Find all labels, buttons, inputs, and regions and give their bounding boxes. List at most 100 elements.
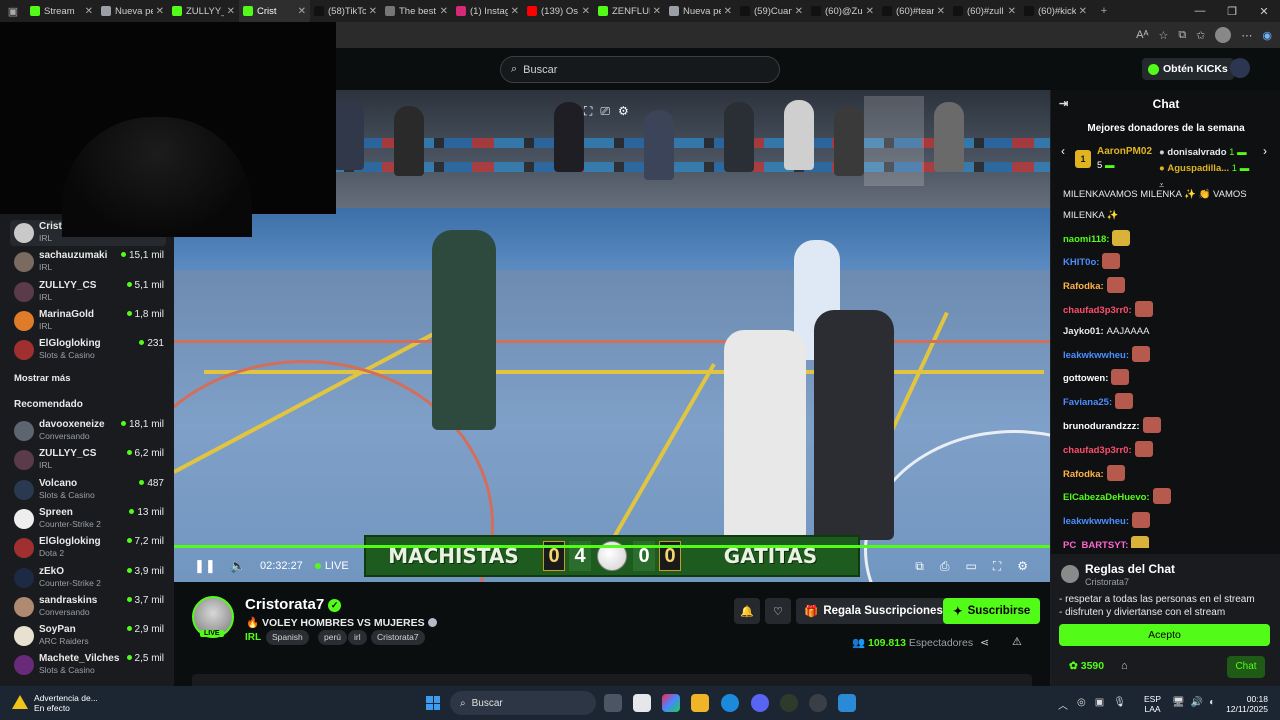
tab-close-icon[interactable]: ✕ (724, 6, 732, 17)
chat-username[interactable]: Faviana25: (1063, 397, 1112, 408)
chat-username[interactable]: leakwkwwheu: (1063, 350, 1129, 361)
file-explorer-icon[interactable] (691, 694, 709, 712)
gift-subs-button[interactable]: 🎁 Regala Suscripciones (796, 598, 951, 624)
volume-icon[interactable]: 🔈 (230, 558, 246, 574)
tab-close-icon[interactable]: ✕ (156, 6, 164, 17)
store-app-icon[interactable] (633, 694, 651, 712)
collapse-chat-icon[interactable]: ⇥ (1059, 97, 1068, 110)
profile-avatar[interactable] (1215, 27, 1232, 43)
browser-tab[interactable]: (60)@Zu ✕ (807, 0, 878, 22)
settings-gear-icon[interactable]: ⚙ (1017, 559, 1028, 574)
close-window-icon[interactable]: ✕ (1248, 5, 1280, 18)
show-more-link[interactable]: Mostrar más (14, 373, 71, 384)
user-avatar[interactable] (1230, 58, 1250, 78)
theater-mode-icon[interactable]: ▭ (965, 559, 976, 574)
sidebar-channel[interactable]: sandraskins Conversando 3,7 mil (10, 594, 166, 620)
browser-tab[interactable]: ZULLYY_C✕ (168, 0, 239, 22)
language-indicator[interactable]: ESP LAA (1144, 694, 1161, 714)
tab-close-icon[interactable]: ✕ (795, 6, 803, 17)
sidebar-channel[interactable]: zEkO Counter-Strike 2 3,9 mil (10, 565, 166, 591)
chat-username[interactable]: leakwkwwheu: (1063, 516, 1129, 527)
chat-username[interactable]: Rafodka: (1063, 469, 1104, 480)
favorites-icon[interactable]: ✩ (1196, 29, 1205, 42)
browser-tab[interactable]: Stream ✕ (26, 0, 97, 22)
browser-tab[interactable]: (60)#tean ✕ (878, 0, 949, 22)
start-button[interactable] (426, 696, 440, 710)
chat-send-button[interactable]: Chat (1227, 656, 1265, 678)
tab-close-icon[interactable]: ✕ (511, 6, 519, 17)
chat-username[interactable]: brunodurandzzz: (1063, 421, 1140, 432)
tray-status[interactable]: 🖥 🔊 ◐ (1172, 697, 1215, 708)
sidebar-channel[interactable]: MarinaGold IRL 1,8 mil (10, 308, 166, 334)
sidebar-channel[interactable]: ZULLYY_CS IRL 5,1 mil (10, 279, 166, 305)
more-menu-icon[interactable]: ⋯ (1241, 29, 1252, 42)
donors-prev-icon[interactable]: ‹ (1061, 144, 1065, 158)
browser-tab[interactable]: (1) Instag ✕ (452, 0, 523, 22)
live-indicator[interactable]: LIVE (314, 560, 349, 572)
tab-close-icon[interactable]: ✕ (866, 6, 874, 17)
tab-close-icon[interactable]: ✕ (85, 6, 93, 17)
extensions-icon[interactable]: ⧉ (1178, 29, 1186, 42)
copilot-icon[interactable]: ◉ (1262, 29, 1272, 42)
channel-name[interactable]: Cristorata7 ✓ (245, 596, 342, 613)
tab-close-icon[interactable]: ✕ (298, 6, 306, 17)
weather-warning[interactable]: Advertencia de... En efecto (12, 693, 98, 713)
new-tab-icon[interactable]: + (1091, 0, 1117, 22)
chat-username[interactable]: Jayko01: (1063, 326, 1104, 337)
tab-close-icon[interactable]: ✕ (937, 6, 945, 17)
edge-browser-icon[interactable] (721, 694, 739, 712)
maximize-icon[interactable]: ❐ (1216, 5, 1248, 18)
stream-tag[interactable]: Cristorata7 (371, 630, 425, 645)
sidebar-channel[interactable]: Spreen Counter-Strike 2 13 mil (10, 506, 166, 532)
store-icon[interactable]: ⌂ (1121, 660, 1128, 672)
browser-tab[interactable]: Nueva pe ✕ (665, 0, 736, 22)
tab-close-icon[interactable]: ✕ (440, 6, 448, 17)
follow-heart-button[interactable]: ♡ (765, 598, 791, 624)
donors-next-icon[interactable]: › (1263, 144, 1267, 158)
chat-username[interactable]: KHIT0o: (1063, 257, 1099, 268)
copilot-app-icon[interactable] (662, 694, 680, 712)
notification-bell-button[interactable]: 🔔 (734, 598, 760, 624)
tab-close-icon[interactable]: ✕ (1079, 6, 1087, 17)
sidebar-channel[interactable]: davooxeneize Conversando 18,1 mil (10, 418, 166, 444)
favorite-star-icon[interactable]: ☆ (1158, 29, 1168, 42)
tab-close-icon[interactable]: ✕ (582, 6, 590, 17)
chat-username[interactable]: naomi118: (1063, 234, 1109, 245)
app-icon[interactable] (838, 694, 856, 712)
read-aloud-icon[interactable]: Aᴬ (1136, 29, 1148, 41)
report-icon[interactable]: ⚠ (1012, 635, 1022, 648)
sidebar-channel[interactable]: SoyPan ARC Raiders 2,9 mil (10, 623, 166, 649)
miniplayer-icon[interactable]: ⧉ (915, 559, 924, 574)
browser-tab[interactable]: ZENFLUE✕ (594, 0, 665, 22)
browser-tab[interactable]: Crist ✕ (239, 0, 310, 22)
chat-username[interactable]: chaufad3p3rr0: (1063, 445, 1132, 456)
minimize-icon[interactable]: — (1184, 5, 1216, 18)
chat-username[interactable]: ElCabezaDeHuevo: (1063, 492, 1150, 503)
tab-actions-icon[interactable]: ▣ (0, 0, 26, 22)
sidebar-channel[interactable]: ElGlogloking Dota 2 7,2 mil (10, 535, 166, 561)
tab-close-icon[interactable]: ✕ (369, 6, 377, 17)
channel-points[interactable]: ✿ 3590 (1069, 660, 1104, 672)
tab-close-icon[interactable]: ✕ (1008, 6, 1016, 17)
tray-chevron-icon[interactable]: ︿ (1058, 697, 1068, 712)
search-input[interactable]: ⌕ Buscar (500, 56, 780, 83)
discord-icon[interactable] (751, 694, 769, 712)
task-view-icon[interactable] (604, 694, 622, 712)
sidebar-channel[interactable]: Volcano Slots & Casino 487 (10, 477, 166, 503)
tray-app-icon[interactable]: ▣ (1095, 697, 1104, 712)
chat-username[interactable]: Rafodka: (1063, 281, 1104, 292)
fullscreen-icon[interactable]: ⛶ (993, 559, 1001, 574)
browser-tab[interactable]: Nueva pe ✕ (97, 0, 168, 22)
chat-username[interactable]: gottowen: (1063, 373, 1108, 384)
app-icon[interactable] (809, 694, 827, 712)
chat-username[interactable]: chaufad3p3rr0: (1063, 305, 1132, 316)
stream-tag[interactable]: perú (318, 630, 348, 645)
tray-app-icon[interactable]: ◎ (1077, 697, 1086, 712)
stream-tag[interactable]: Spanish (266, 630, 309, 645)
pause-icon[interactable]: ❚❚ (194, 558, 216, 574)
sidebar-channel[interactable]: ZULLYY_CS IRL 6,2 mil (10, 447, 166, 473)
subscribe-button[interactable]: ✦ Suscribirse (943, 598, 1041, 624)
stream-category[interactable]: IRL (245, 632, 261, 643)
sidebar-channel[interactable]: Machete_Vilches Slots & Casino 2,5 mil (10, 652, 166, 678)
get-kicks-button[interactable]: Obtén KICKs (1142, 58, 1234, 80)
